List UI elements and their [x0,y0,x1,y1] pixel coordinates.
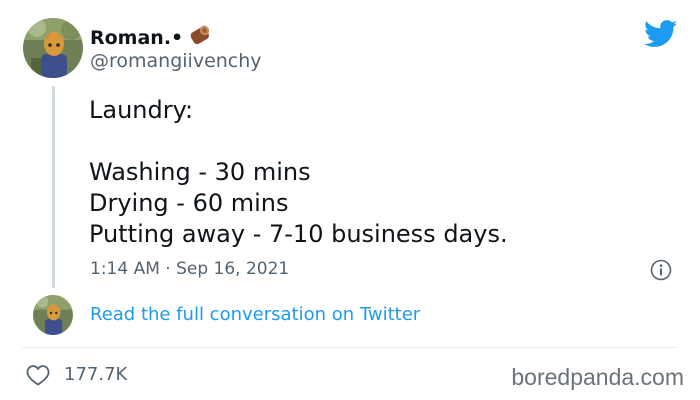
log-icon [189,24,211,51]
tweet-line: Putting away - 7-10 business days. [89,220,508,248]
info-icon[interactable] [650,259,672,281]
author-name-row[interactable]: Roman.• [90,24,211,51]
heart-icon[interactable] [26,364,50,386]
author-handle[interactable]: @romangiivenchy [90,50,262,72]
tweet-line: Washing - 30 mins [89,158,311,186]
thread-connector-line [52,86,55,288]
author-avatar[interactable] [23,18,83,78]
twitter-bird-icon[interactable] [643,20,678,48]
tweet-timestamp[interactable]: 1:14 AM · Sep 16, 2021 [90,259,289,279]
footer-divider [22,347,678,348]
embedded-tweet-card: Roman.• @romangiivenchy Laundry: Washing… [0,0,700,400]
watermark: boredpanda.com [511,364,684,390]
tweet-line: Laundry: [89,96,194,124]
tweet-text: Laundry: Washing - 30 mins Drying - 60 m… [89,95,508,250]
like-count: 177.7K [64,364,128,385]
tweet-line: Drying - 60 mins [89,189,289,217]
read-conversation-link[interactable]: Read the full conversation on Twitter [90,304,420,325]
conversation-avatar[interactable] [33,295,73,335]
author-display-name[interactable]: Roman.• [90,27,183,49]
